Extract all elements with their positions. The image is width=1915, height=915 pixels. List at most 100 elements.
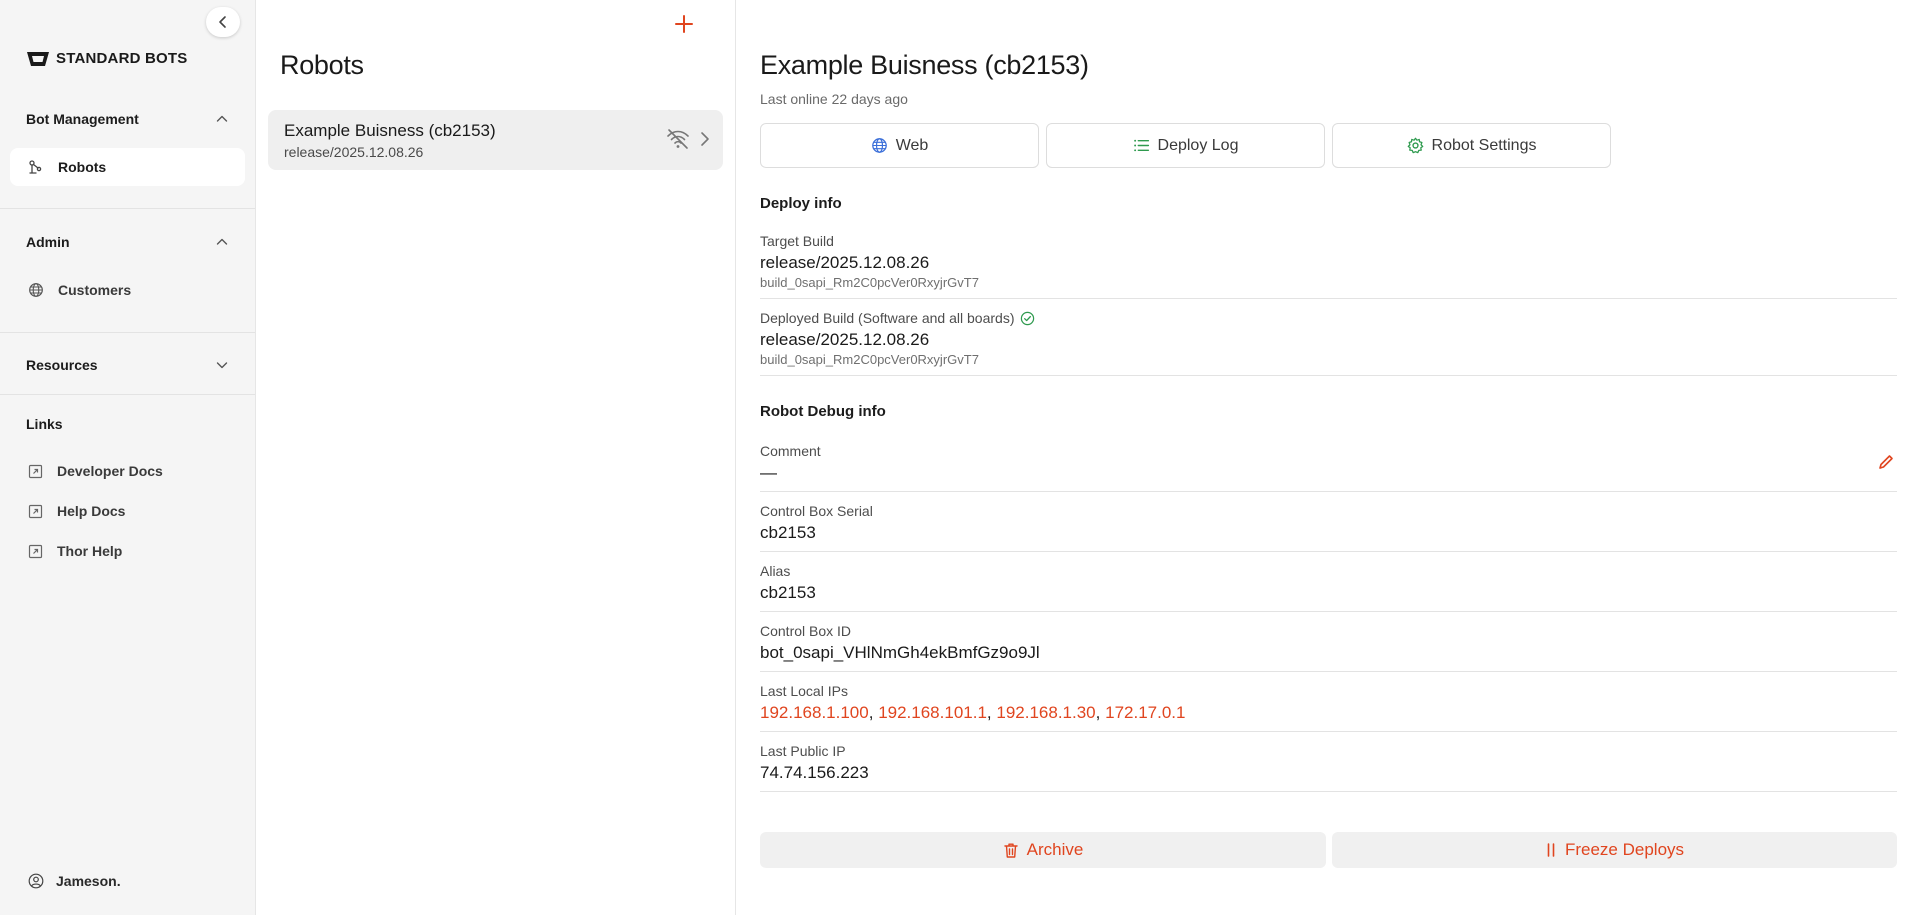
robots-list-pane: Robots Example Buisness (cb2153) release… — [256, 0, 736, 915]
ip-separator: , — [868, 703, 874, 722]
target-build-field: Target Build release/2025.12.08.26 build… — [760, 233, 1897, 299]
robot-arm-icon — [28, 159, 44, 175]
trash-icon — [1003, 842, 1019, 859]
chevron-left-icon — [216, 15, 230, 29]
wifi-off-icon — [666, 128, 690, 150]
sidebar: STANDARD BOTS Bot Management Robots Admi… — [0, 0, 256, 915]
comment-field: Comment — — [760, 443, 1897, 492]
sidebar-item-label: Robots — [58, 159, 107, 175]
deployed-build-field: Deployed Build (Software and all boards)… — [760, 310, 1897, 376]
local-ip-link[interactable]: 192.168.101.1 — [878, 703, 987, 722]
collapse-sidebar-button[interactable] — [206, 7, 240, 37]
link-label: Thor Help — [57, 543, 123, 559]
nav-header-label: Admin — [26, 234, 70, 250]
deploy-log-button-label: Deploy Log — [1157, 136, 1239, 154]
robot-debug-info-title: Robot Debug info — [760, 403, 886, 420]
last-public-ip-label: Last Public IP — [760, 743, 846, 759]
chevron-right-icon — [698, 131, 712, 147]
ip-separator: , — [986, 703, 992, 722]
gear-icon — [1407, 137, 1424, 154]
local-ip-link[interactable]: 172.17.0.1 — [1105, 703, 1185, 722]
freeze-deploys-button-label: Freeze Deploys — [1564, 840, 1685, 859]
user-name: Jameson. — [56, 873, 121, 889]
list-icon — [1133, 137, 1150, 154]
deploy-log-button[interactable]: Deploy Log — [1046, 123, 1325, 168]
alias-field: Alias cb2153 — [760, 563, 1897, 612]
local-ip-link[interactable]: 192.168.1.100 — [760, 703, 869, 722]
deployed-build-value: release/2025.12.08.26 — [760, 330, 930, 349]
plus-icon — [674, 14, 694, 34]
robot-list-item[interactable]: Example Buisness (cb2153) release/2025.1… — [268, 110, 723, 170]
control-box-id-label: Control Box ID — [760, 623, 852, 639]
globe-icon — [28, 282, 44, 298]
add-robot-button[interactable] — [670, 10, 698, 38]
link-help-docs[interactable]: Help Docs — [0, 491, 255, 531]
pencil-icon — [1877, 453, 1895, 471]
user-avatar-icon — [28, 873, 44, 889]
last-online-text: Last online 22 days ago — [760, 91, 908, 107]
sidebar-item-customers[interactable]: Customers — [10, 271, 245, 309]
last-local-ips-value: 192.168.1.100, 192.168.101.1, 192.168.1.… — [760, 703, 1185, 723]
target-build-label: Target Build — [760, 233, 834, 249]
link-label: Developer Docs — [57, 463, 163, 479]
field-label: Deployed Build (Software and all boards) — [760, 310, 1035, 326]
sidebar-item-robots[interactable]: Robots — [10, 148, 245, 186]
chevron-up-icon — [215, 235, 229, 249]
sidebar-divider — [0, 332, 255, 333]
brand-logo[interactable]: STANDARD BOTS — [26, 50, 187, 67]
target-build-id: build_0sapi_Rm2C0pcVer0RxyjrGvT7 — [760, 275, 979, 290]
local-ip-link[interactable]: 192.168.1.30 — [996, 703, 1095, 722]
deploy-info-title: Deploy info — [760, 195, 842, 212]
nav-section-resources: Resources — [0, 350, 255, 380]
last-local-ips-field: Last Local IPs 192.168.1.100, 192.168.10… — [760, 683, 1897, 732]
freeze-deploys-button[interactable]: Freeze Deploys — [1332, 832, 1897, 868]
robot-settings-button[interactable]: Robot Settings — [1332, 123, 1611, 168]
nav-header-label: Resources — [26, 357, 98, 373]
deployed-build-id: build_0sapi_Rm2C0pcVer0RxyjrGvT7 — [760, 352, 979, 367]
nav-header-resources[interactable]: Resources — [0, 350, 255, 380]
robot-detail-title: Example Buisness (cb2153) — [760, 50, 1089, 80]
comment-label: Comment — [760, 443, 821, 459]
last-public-ip-field: Last Public IP 74.74.156.223 — [760, 743, 1897, 792]
control-box-serial-field: Control Box Serial cb2153 — [760, 503, 1897, 552]
chevron-up-icon — [215, 112, 229, 126]
web-button[interactable]: Web — [760, 123, 1039, 168]
robot-name: Example Buisness (cb2153) — [284, 121, 496, 140]
external-link-icon — [28, 464, 43, 479]
edit-comment-button[interactable] — [1877, 453, 1895, 471]
ip-separator: , — [1095, 703, 1101, 722]
public-ip-link[interactable]: 74.74.156.223 — [760, 763, 869, 783]
nav-section-links: Links Developer Docs Help Docs Thor Help — [0, 409, 255, 571]
field-label: Target Build — [760, 233, 834, 249]
nav-section-admin: Admin Customers — [0, 227, 255, 309]
link-developer-docs[interactable]: Developer Docs — [0, 451, 255, 491]
sidebar-item-label: Customers — [58, 282, 132, 298]
robot-settings-button-label: Robot Settings — [1431, 136, 1537, 154]
external-link-icon — [28, 504, 43, 519]
control-box-id-value: bot_0sapi_VHlNmGh4ekBmfGz9o9Jl — [760, 643, 1040, 662]
link-thor-help[interactable]: Thor Help — [0, 531, 255, 571]
control-box-serial-label: Control Box Serial — [760, 503, 873, 519]
standard-bots-logo-icon — [26, 51, 50, 67]
web-button-label: Web — [895, 136, 929, 154]
chevron-down-icon — [215, 358, 229, 372]
sidebar-divider — [0, 394, 255, 395]
user-menu[interactable]: Jameson. — [28, 873, 121, 889]
external-link-icon — [28, 544, 43, 559]
pause-icon — [1545, 842, 1557, 858]
target-build-value: release/2025.12.08.26 — [760, 253, 930, 272]
link-label: Help Docs — [57, 503, 126, 519]
nav-header-admin[interactable]: Admin — [0, 227, 255, 257]
nav-header-bot-management[interactable]: Bot Management — [0, 104, 255, 134]
deployed-build-label: Deployed Build (Software and all boards) — [760, 310, 1015, 326]
archive-button[interactable]: Archive — [760, 832, 1326, 868]
page-title: Robots — [280, 50, 364, 80]
archive-button-label: Archive — [1026, 840, 1084, 859]
control-box-serial-value: cb2153 — [760, 523, 816, 542]
robot-build: release/2025.12.08.26 — [284, 144, 424, 160]
nav-header-label: Bot Management — [26, 111, 139, 127]
alias-label: Alias — [760, 563, 791, 579]
brand-name: STANDARD BOTS — [56, 50, 188, 67]
nav-section-bot-management: Bot Management Robots — [0, 104, 255, 186]
control-box-id-field: Control Box ID bot_0sapi_VHlNmGh4ekBmfGz… — [760, 623, 1897, 672]
